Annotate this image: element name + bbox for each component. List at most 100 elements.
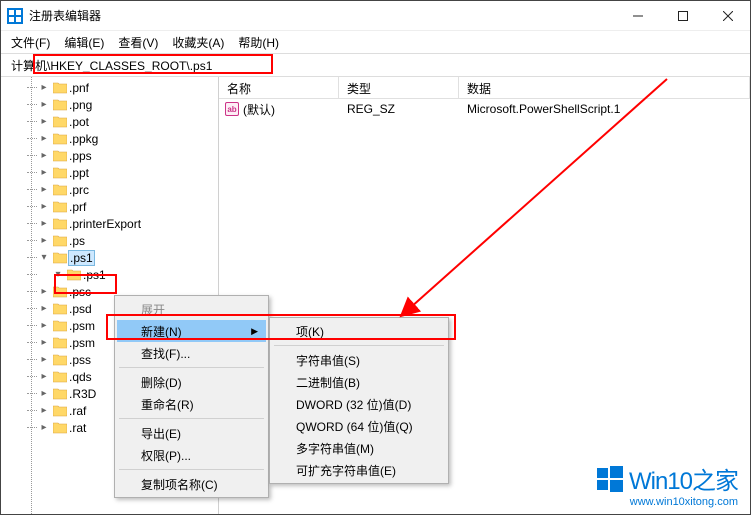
expand-icon[interactable]: ▸: [37, 405, 51, 417]
windows-logo-icon: [597, 466, 623, 492]
expand-icon[interactable]: ▸: [37, 99, 51, 111]
folder-icon: [53, 320, 67, 332]
folder-icon: [53, 201, 67, 213]
sub-multi[interactable]: 多字符串值(M): [272, 437, 446, 459]
tree-item-label: .pnf: [69, 81, 89, 95]
sub-binary[interactable]: 二进制值(B): [272, 371, 446, 393]
expand-icon[interactable]: ▸: [37, 371, 51, 383]
watermark: Win10之家 www.win10xitong.com: [597, 461, 738, 508]
expand-icon[interactable]: ▸: [37, 235, 51, 247]
expand-icon[interactable]: ▸: [37, 133, 51, 145]
col-type[interactable]: 类型: [339, 77, 459, 98]
window-title: 注册表编辑器: [29, 7, 615, 24]
column-headers: 名称 类型 数据: [219, 77, 750, 99]
tree-item[interactable]: ▸ .prf: [37, 198, 218, 215]
folder-icon: [53, 167, 67, 179]
expand-icon[interactable]: ▸: [37, 422, 51, 434]
maximize-button[interactable]: [660, 1, 705, 31]
address-input[interactable]: [7, 56, 744, 74]
expand-icon[interactable]: ▸: [37, 184, 51, 196]
tree-item[interactable]: ▸.prc: [37, 181, 218, 198]
expand-icon[interactable]: ▾: [51, 269, 65, 281]
tree-item-label: .ps: [69, 234, 85, 248]
expand-icon[interactable]: ▸: [37, 82, 51, 94]
tree-item-label: .psc: [69, 285, 91, 299]
window-controls: [615, 1, 750, 31]
folder-icon: [53, 303, 67, 315]
address-bar: [1, 53, 750, 77]
folder-icon: [53, 133, 67, 145]
folder-icon: [53, 405, 67, 417]
tree-item-label: .prf: [69, 200, 86, 214]
tree-item-label: .printerExport: [69, 217, 141, 231]
sub-qword[interactable]: QWORD (64 位)值(Q): [272, 415, 446, 437]
folder-icon: [53, 116, 67, 128]
expand-icon[interactable]: ▸: [37, 354, 51, 366]
folder-icon: [53, 354, 67, 366]
expand-icon[interactable]: ▸: [37, 388, 51, 400]
expand-icon[interactable]: ▸: [37, 320, 51, 332]
expand-icon[interactable]: ▸: [37, 167, 51, 179]
value-data: Microsoft.PowerShellScript.1: [459, 102, 620, 116]
watermark-brand: Win10之家: [629, 461, 738, 496]
folder-icon: [53, 150, 67, 162]
folder-icon: [53, 388, 67, 400]
expand-icon[interactable]: ▸: [37, 286, 51, 298]
expand-icon[interactable]: ▸: [37, 201, 51, 213]
tree-item-label: .qds: [69, 370, 92, 384]
tree-item[interactable]: ▾ .ps1: [37, 249, 218, 266]
sub-key[interactable]: 项(K): [272, 320, 446, 342]
tree-item[interactable]: ▾.ps1: [37, 266, 218, 283]
menu-edit[interactable]: 编辑(E): [58, 32, 110, 53]
tree-item[interactable]: ▸ .pnf: [37, 79, 218, 96]
tree-item-label: .rat: [69, 421, 86, 435]
sub-string[interactable]: 字符串值(S): [272, 349, 446, 371]
menu-favorites[interactable]: 收藏夹(A): [166, 32, 230, 53]
ctx-find[interactable]: 查找(F)...: [117, 342, 266, 364]
ctx-delete[interactable]: 删除(D): [117, 371, 266, 393]
tree-item[interactable]: ▸ .pot: [37, 113, 218, 130]
tree-item-label: .psm: [69, 319, 95, 333]
sub-dword[interactable]: DWORD (32 位)值(D): [272, 393, 446, 415]
col-name[interactable]: 名称: [219, 77, 339, 98]
watermark-url: www.win10xitong.com: [597, 496, 738, 508]
tree-item[interactable]: ▸ .printerExport: [37, 215, 218, 232]
tree-item[interactable]: ▸ .ppkg: [37, 130, 218, 147]
ctx-new-label: 新建(N): [141, 323, 182, 340]
tree-item-label: .pot: [69, 115, 89, 129]
ctx-export[interactable]: 导出(E): [117, 422, 266, 444]
folder-icon: [53, 184, 67, 196]
tree-item[interactable]: ▸.pps: [37, 147, 218, 164]
tree-item[interactable]: ▸ .ps: [37, 232, 218, 249]
ctx-expand[interactable]: 展开: [117, 298, 266, 320]
tree-item-label: .psd: [69, 302, 92, 316]
value-row[interactable]: ab (默认) REG_SZ Microsoft.PowerShellScrip…: [219, 99, 750, 119]
ctx-new[interactable]: 新建(N) ▶: [117, 320, 266, 342]
tree-item-label: .psm: [69, 336, 95, 350]
col-data[interactable]: 数据: [459, 77, 750, 98]
tree-item-label: .ps1: [69, 251, 94, 265]
separator: [119, 418, 264, 419]
expand-icon[interactable]: ▸: [37, 218, 51, 230]
expand-icon[interactable]: ▸: [37, 303, 51, 315]
menu-file[interactable]: 文件(F): [5, 32, 56, 53]
ctx-permissions[interactable]: 权限(P)...: [117, 444, 266, 466]
separator: [119, 469, 264, 470]
sub-expand[interactable]: 可扩充字符串值(E): [272, 459, 446, 481]
menu-view[interactable]: 查看(V): [112, 32, 164, 53]
close-button[interactable]: [705, 1, 750, 31]
menu-help[interactable]: 帮助(H): [232, 32, 285, 53]
expand-icon[interactable]: ▸: [37, 150, 51, 162]
ctx-copy-key-name[interactable]: 复制项名称(C): [117, 473, 266, 495]
minimize-button[interactable]: [615, 1, 660, 31]
value-type: REG_SZ: [339, 102, 459, 116]
ctx-rename[interactable]: 重命名(R): [117, 393, 266, 415]
tree-item[interactable]: ▸.png: [37, 96, 218, 113]
expand-icon[interactable]: ▸: [37, 116, 51, 128]
tree-item[interactable]: ▸.ppt: [37, 164, 218, 181]
expand-icon[interactable]: ▾: [37, 252, 51, 264]
folder-icon: [53, 82, 67, 94]
tree-item-label: .ppkg: [69, 132, 98, 146]
tree-guide-line: [31, 77, 32, 514]
expand-icon[interactable]: ▸: [37, 337, 51, 349]
